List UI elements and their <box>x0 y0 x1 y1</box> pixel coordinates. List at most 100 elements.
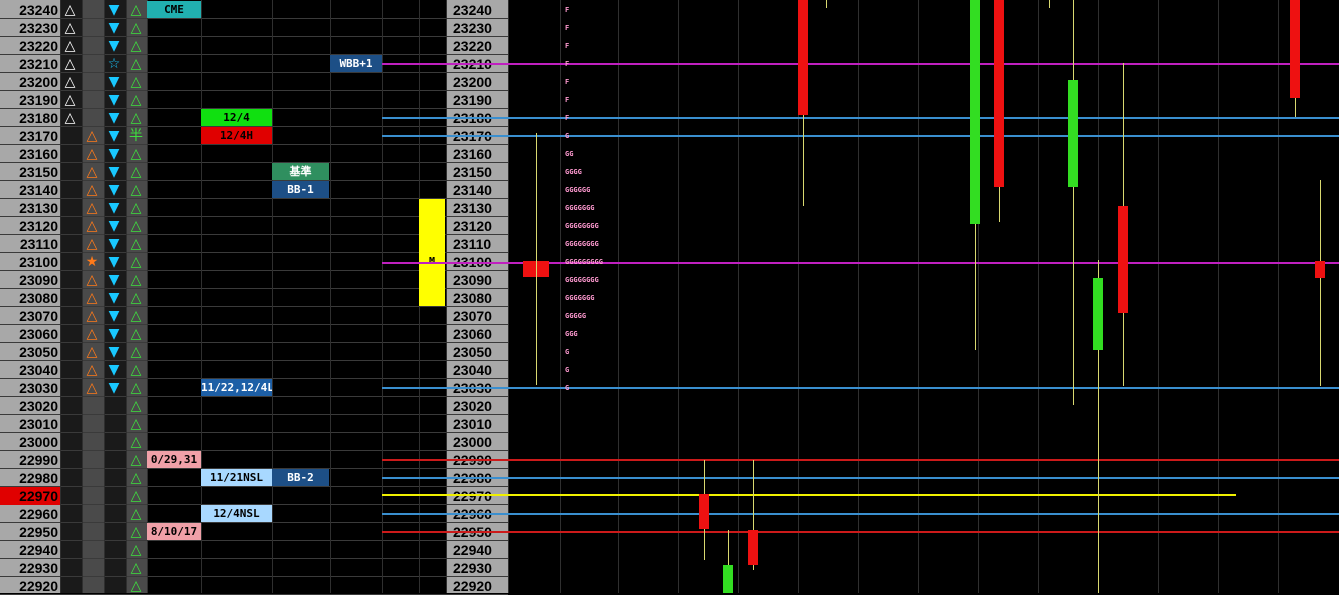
date-11-22-tag: 11/22,12/4L <box>201 379 272 396</box>
current-price-label[interactable]: 22970 <box>0 487 60 505</box>
price-label[interactable]: 22930 <box>0 559 60 577</box>
price-label[interactable]: 23060 <box>0 325 60 343</box>
orange-up-triangle-icon: △ <box>86 290 98 306</box>
price-label[interactable]: 23090 <box>0 271 60 289</box>
price-label-right[interactable]: 23110 <box>446 235 506 253</box>
price-label[interactable]: 23190 <box>0 91 60 109</box>
grid-vline <box>382 0 383 593</box>
price-label-right[interactable]: 22930 <box>446 559 506 577</box>
orange-up-triangle-icon: △ <box>86 236 98 252</box>
tpo-letters: GGGGGG <box>565 186 591 194</box>
price-label[interactable]: 23110 <box>0 235 60 253</box>
price-label[interactable]: 23210 <box>0 55 60 73</box>
price-label[interactable]: 23220 <box>0 37 60 55</box>
price-label-right[interactable]: 23140 <box>446 181 506 199</box>
price-label[interactable]: 23160 <box>0 145 60 163</box>
price-label-right[interactable]: 22920 <box>446 577 506 595</box>
cyan-down-triangle-icon: ▼ <box>108 308 120 324</box>
c6-body <box>1118 206 1128 313</box>
price-label[interactable]: 23030 <box>0 379 60 397</box>
price-label[interactable]: 22990 <box>0 451 60 469</box>
price-label[interactable]: 23040 <box>0 361 60 379</box>
price-label[interactable]: 23170 <box>0 127 60 145</box>
price-label[interactable]: 23100 <box>0 253 60 271</box>
tpo-letters: F <box>565 42 570 50</box>
price-label[interactable]: 23000 <box>0 433 60 451</box>
row-separator <box>0 342 508 343</box>
price-label[interactable]: 22980 <box>0 469 60 487</box>
c3b-wick <box>1049 0 1050 8</box>
price-label-right[interactable]: 23090 <box>446 271 506 289</box>
price-label[interactable]: 23140 <box>0 181 60 199</box>
price-label-right[interactable]: 23150 <box>446 163 506 181</box>
price-label[interactable]: 23050 <box>0 343 60 361</box>
date-12-4-tag: 12/4 <box>201 109 272 126</box>
price-label-right[interactable]: 23220 <box>446 37 506 55</box>
price-label[interactable]: 23230 <box>0 19 60 37</box>
orange-up-triangle-icon: △ <box>86 200 98 216</box>
price-label[interactable]: 23120 <box>0 217 60 235</box>
green-up-triangle-icon: △ <box>130 362 142 378</box>
price-label-right[interactable]: 23200 <box>446 73 506 91</box>
cyan-star-icon: ☆ <box>107 56 121 72</box>
price-label[interactable]: 23200 <box>0 73 60 91</box>
price-label[interactable]: 22940 <box>0 541 60 559</box>
tpo-letters: F <box>565 78 570 86</box>
yellow-level-22970 <box>382 494 1236 496</box>
tpo-letters: F <box>565 114 570 122</box>
magenta-level-23210 <box>382 63 1339 65</box>
cyan-down-triangle-icon: ▼ <box>108 38 120 54</box>
price-label[interactable]: 22960 <box>0 505 60 523</box>
price-label-right[interactable]: 23120 <box>446 217 506 235</box>
price-label-right[interactable]: 23080 <box>446 289 506 307</box>
row-separator <box>0 486 508 487</box>
green-up-triangle-icon: △ <box>130 290 142 306</box>
price-label[interactable]: 23130 <box>0 199 60 217</box>
tpo-letters: G <box>565 366 570 374</box>
cyan-down-triangle-icon: ▼ <box>108 74 120 90</box>
tpo-letters: GGGGG <box>565 312 587 320</box>
price-label[interactable]: 22920 <box>0 577 60 595</box>
grid-vline <box>858 0 859 593</box>
price-label[interactable]: 23150 <box>0 163 60 181</box>
cyan-down-triangle-icon: ▼ <box>108 254 120 270</box>
price-label-right[interactable]: 23050 <box>446 343 506 361</box>
green-up-triangle-icon: △ <box>130 74 142 90</box>
price-label-right[interactable]: 23060 <box>446 325 506 343</box>
price-label[interactable]: 23180 <box>0 109 60 127</box>
price-label-right[interactable]: 23040 <box>446 361 506 379</box>
price-label[interactable]: 23070 <box>0 307 60 325</box>
cyan-down-triangle-icon: ▼ <box>108 92 120 108</box>
orange-up-triangle-icon: △ <box>86 362 98 378</box>
green-up-triangle-icon: △ <box>130 578 142 594</box>
price-label[interactable]: 23010 <box>0 415 60 433</box>
price-label-right[interactable]: 23230 <box>446 19 506 37</box>
green-up-triangle-icon: △ <box>130 92 142 108</box>
price-label-right[interactable]: 23130 <box>446 199 506 217</box>
c10-body <box>723 565 733 593</box>
price-label-right[interactable]: 23070 <box>446 307 506 325</box>
grid-vline <box>1218 0 1219 593</box>
price-label-right[interactable]: 23020 <box>446 397 506 415</box>
green-up-triangle-icon: △ <box>130 398 142 414</box>
price-label[interactable]: 23020 <box>0 397 60 415</box>
price-label-right[interactable]: 23010 <box>446 415 506 433</box>
cyan-down-triangle-icon: ▼ <box>108 272 120 288</box>
price-label-right[interactable]: 23240 <box>446 1 506 19</box>
tpo-letters: GGGGGGGG <box>565 276 599 284</box>
price-label-right[interactable]: 23190 <box>446 91 506 109</box>
green-up-triangle-icon: △ <box>130 20 142 36</box>
price-label-right[interactable]: 23160 <box>446 145 506 163</box>
row-separator <box>0 450 508 451</box>
price-label[interactable]: 23080 <box>0 289 60 307</box>
tpo-letters: GGG <box>565 330 578 338</box>
price-label-right[interactable]: 22970 <box>446 487 506 505</box>
price-label-right[interactable]: 22940 <box>446 541 506 559</box>
price-label[interactable]: 22950 <box>0 523 60 541</box>
cyan-down-triangle-icon: ▼ <box>108 380 120 396</box>
date-11-21nsl-tag: 11/21NSL <box>201 469 272 486</box>
price-label-right[interactable]: 23000 <box>446 433 506 451</box>
cyan-down-triangle-icon: ▼ <box>108 110 120 126</box>
price-label[interactable]: 23240 <box>0 1 60 19</box>
tpo-letters: GGGGGGGG <box>565 222 599 230</box>
